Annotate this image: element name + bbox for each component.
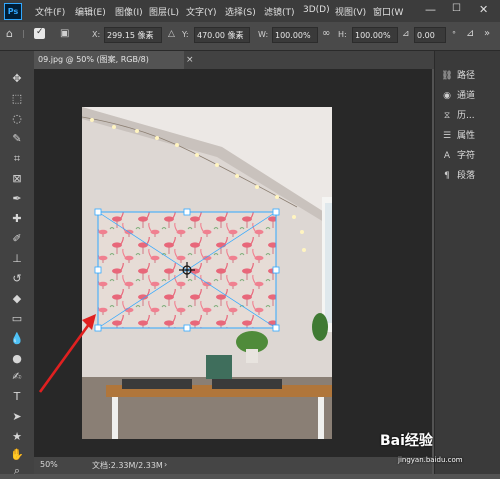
blur-tool-icon[interactable]: 💧 [9, 331, 25, 347]
paragraph-icon: ¶ [444, 171, 450, 181]
x-position-field[interactable]: 299.15 像素 [104, 27, 162, 43]
gradient-tool-icon[interactable]: ▭ [9, 311, 25, 327]
document-tab-bar: 09.jpg @ 50% (图案, RGB/8) × [34, 51, 434, 69]
paragraph-panel-button[interactable]: ¶ 段落 [441, 167, 499, 185]
history-icon: ⧖ [443, 111, 451, 121]
close-tab-icon[interactable]: × [186, 51, 194, 69]
baidu-watermark-url: jingyan.baidu.com [398, 456, 463, 464]
shape-tool-icon[interactable]: ★ [9, 429, 25, 445]
options-bar: ⌂ | ✓ ▣ X: 299.15 像素 △ Y: 470.00 像素 W: 1… [0, 22, 500, 51]
menu-layer[interactable]: 图层(L) [149, 5, 179, 18]
degree-icon: ° [452, 30, 456, 39]
minimize-icon[interactable]: — [425, 3, 436, 16]
hand-tool-icon[interactable]: ✋ [9, 447, 25, 463]
character-icon: A [443, 151, 451, 161]
crop-tool-icon[interactable]: ⌗ [9, 151, 25, 167]
status-bar: 50% 文档:2.33M/2.33M › [34, 457, 432, 474]
frame-tool-icon[interactable]: ⊠ [9, 171, 25, 187]
y-label: Y: [182, 30, 189, 39]
channels-panel-button[interactable]: ◉ 通道 [441, 87, 499, 105]
maximize-icon[interactable]: ☐ [452, 3, 461, 14]
healing-tool-icon[interactable]: ✚ [9, 211, 25, 227]
stamp-tool-icon[interactable]: ⊥ [9, 251, 25, 267]
eyedropper-tool-icon[interactable]: ✒ [9, 191, 25, 207]
w-label: W: [258, 30, 269, 39]
checkmark-icon: ✓ [36, 27, 44, 37]
menu-image[interactable]: 图像(I) [115, 5, 143, 18]
paths-panel-button[interactable]: ⛓ 路径 [441, 67, 499, 85]
menu-file[interactable]: 文件(F) [35, 5, 65, 18]
x-label: X: [92, 30, 101, 39]
y-position-field[interactable]: 470.00 像素 [194, 27, 250, 43]
baidu-watermark: Bai经验 [380, 433, 433, 449]
angle-field[interactable]: 0.00 [414, 27, 446, 43]
move-tool-icon[interactable]: ✥ [9, 71, 25, 87]
reference-point-icon[interactable]: ▣ [60, 28, 69, 39]
eraser-tool-icon[interactable]: ◆ [9, 291, 25, 307]
type-tool-icon[interactable]: T [9, 389, 25, 405]
canvas[interactable] [82, 107, 332, 439]
photoshop-logo: Ps [4, 3, 22, 20]
quick-select-tool-icon[interactable]: ✎ [9, 131, 25, 147]
properties-panel-button[interactable]: ☰ 属性 [441, 127, 499, 145]
menu-filter[interactable]: 滤镜(T) [264, 5, 295, 18]
delta-icon[interactable]: △ [168, 29, 175, 39]
menu-3d[interactable]: 3D(D) [303, 5, 330, 15]
marquee-tool-icon[interactable]: ⬚ [9, 91, 25, 107]
document-tab[interactable]: 09.jpg @ 50% (图案, RGB/8) [34, 51, 184, 69]
brush-tool-icon[interactable]: ✐ [9, 231, 25, 247]
menu-type[interactable]: 文字(Y) [186, 5, 217, 18]
channels-icon: ◉ [443, 91, 451, 101]
height-field[interactable]: 100.00% [352, 27, 398, 43]
properties-icon: ☰ [442, 131, 452, 141]
zoom-level[interactable]: 50% [40, 460, 58, 469]
path-select-tool-icon[interactable]: ➤ [9, 409, 25, 425]
home-icon[interactable]: ⌂ [6, 27, 13, 40]
close-icon[interactable]: ✕ [479, 3, 488, 16]
menu-bar: Ps 文件(F) 编辑(E) 图像(I) 图层(L) 文字(Y) 选择(S) 滤… [0, 0, 500, 22]
menu-edit[interactable]: 编辑(E) [75, 5, 106, 18]
h-label: H: [338, 30, 347, 39]
rotate-icon[interactable]: ⊿ [402, 29, 410, 39]
menu-view[interactable]: 视图(V) [335, 5, 366, 18]
document-size: 文档:2.33M/2.33M [92, 461, 163, 470]
more-options-icon[interactable]: » [484, 28, 490, 39]
separator: | [22, 29, 25, 38]
history-panel-button[interactable]: ⧖ 历... [441, 107, 499, 125]
link-icon[interactable]: ∞ [322, 28, 330, 39]
tools-panel: ✥ ⬚ ◌ ✎ ⌗ ⊠ ✒ ✚ ✐ ⊥ ↺ ◆ ▭ 💧 ● ✍ T ➤ ★ ✋ … [0, 51, 34, 477]
menu-window[interactable]: 窗口(W [373, 5, 403, 18]
menu-select[interactable]: 选择(S) [225, 5, 256, 18]
lasso-tool-icon[interactable]: ◌ [9, 111, 25, 127]
width-field[interactable]: 100.00% [272, 27, 318, 43]
zoom-tool-icon[interactable]: ⌕ [9, 463, 25, 479]
red-arrow-annotation [38, 314, 96, 393]
paths-icon: ⛓ [441, 71, 453, 81]
history-brush-tool-icon[interactable]: ↺ [9, 271, 25, 287]
panel-dock: ⛓ 路径 ◉ 通道 ⧖ 历... ☰ 属性 A 字符 ¶ 段落 [434, 51, 500, 474]
room-photo [82, 107, 332, 439]
character-panel-button[interactable]: A 字符 [441, 147, 499, 165]
skew-icon[interactable]: ⊿ [466, 28, 474, 39]
pen-tool-icon[interactable]: ✍ [9, 369, 25, 385]
status-arrow-icon[interactable]: › [164, 460, 167, 469]
dodge-tool-icon[interactable]: ● [9, 351, 25, 367]
